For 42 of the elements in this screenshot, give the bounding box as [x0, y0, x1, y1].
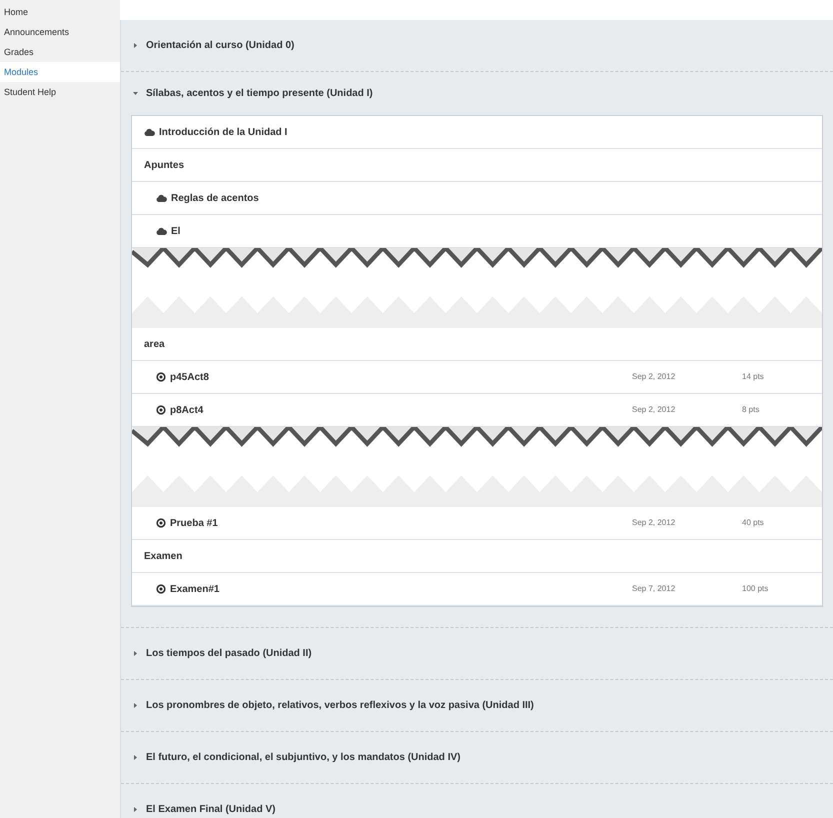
- module-header[interactable]: Orientación al curso (Unidad 0): [121, 20, 294, 71]
- caret-right-icon: [133, 807, 138, 812]
- assignment-icon: [156, 584, 166, 594]
- caret-right-icon: [133, 755, 138, 760]
- assignment-link[interactable]: Examen#1: [170, 582, 220, 596]
- caret-right-icon: [133, 651, 138, 656]
- sidebar-item[interactable]: Home: [0, 2, 120, 22]
- due-date: Sep 7, 2012: [632, 583, 676, 595]
- page-link[interactable]: Introducción de la Unidad I: [159, 124, 288, 140]
- cloud-icon: [156, 226, 167, 236]
- page-link[interactable]: Reglas de acentos: [171, 190, 259, 206]
- module-header[interactable]: El futuro, el condicional, el subjuntivo, y los mandatos (Unidad IV): [121, 732, 460, 783]
- caret-right-icon: [133, 43, 138, 48]
- sidebar-item[interactable]: Grades: [0, 42, 120, 62]
- points-text: 100 pts: [742, 583, 770, 595]
- sidebar-item[interactable]: Announcements: [0, 22, 120, 42]
- cloud-icon: [144, 128, 155, 136]
- assignment-icon: [156, 372, 166, 382]
- points-text: 8 pts: [742, 404, 760, 416]
- due-date: Sep 2, 2012: [632, 517, 676, 529]
- subheader-text: Apuntes: [144, 158, 184, 172]
- assignment-link[interactable]: p45Act8: [170, 370, 209, 384]
- due-date: Sep 2, 2012: [632, 371, 676, 383]
- assignment-icon: [156, 518, 166, 528]
- sidebar-item[interactable]: Modules: [0, 62, 120, 82]
- caret-down-icon: [133, 91, 138, 96]
- cloud-icon: [156, 194, 167, 202]
- module-header[interactable]: El Examen Final (Unidad V): [121, 784, 276, 818]
- due-date: Sep 2, 2012: [632, 404, 676, 416]
- module-header[interactable]: Los tiempos del pasado (Unidad II): [121, 628, 312, 679]
- sidebar-item[interactable]: Student Help: [0, 82, 120, 102]
- page-link[interactable]: El: [171, 224, 180, 238]
- module-header[interactable]: Sílabas, acentos y el tiempo presente (Unidad I): [121, 72, 373, 115]
- module-header[interactable]: Los pronombres de objeto, relativos, verbos reflexivos y la voz pasiva (Unidad III): [121, 680, 534, 731]
- assignment-icon: [156, 405, 166, 415]
- caret-right-icon: [133, 703, 138, 708]
- assignment-link[interactable]: p8Act4: [170, 402, 204, 418]
- points-text: 14 pts: [742, 371, 765, 383]
- assignment-link[interactable]: Prueba #1: [170, 516, 218, 530]
- subheader-text: Examen: [144, 550, 182, 564]
- points-text: 40 pts: [742, 517, 765, 529]
- subheader-text: area: [144, 338, 165, 352]
